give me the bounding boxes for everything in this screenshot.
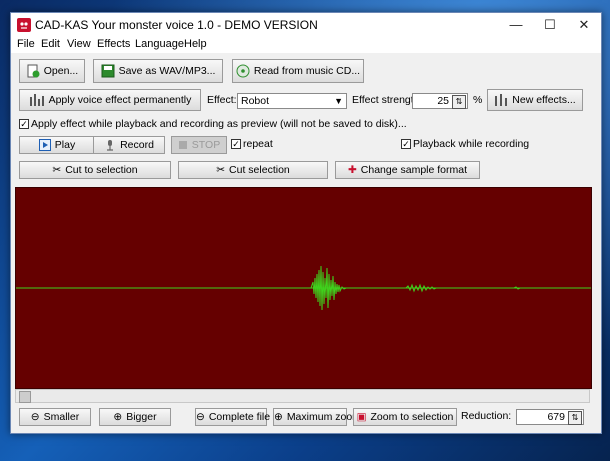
equalizer-icon [29,94,44,107]
effect-label: Effect: [207,94,237,106]
cut-to-selection-label: Cut to selection [65,164,138,176]
apply-effect-button[interactable]: Apply voice effect permanently [19,89,201,111]
zoom-toolbar: ⊖ Smaller ⊕ Bigger ⊖ Complete file ⊕ Maximum… [11,407,601,433]
repeat-checkbox[interactable]: ✓ [231,139,241,149]
read-cd-button[interactable]: Read from music CD... [232,59,364,83]
effect-dropdown-value: Robot [241,95,270,107]
cut-to-selection-button[interactable]: ✂ Cut to selection [19,161,171,179]
preview-checkbox-label: Apply effect while playback and recordin… [31,118,407,130]
repeat-label: repeat [243,138,273,150]
reduction-spinner[interactable]: 679 ⇅ [516,409,584,425]
zoom-in-icon: ⊕ [113,411,123,424]
waveform-graph [16,265,591,311]
app-window: CAD-KAS Your monster voice 1.0 - DEMO VE… [10,12,602,434]
open-file-icon [27,64,40,78]
waveform-display[interactable] [15,187,592,389]
cd-icon [236,64,250,78]
stop-label: STOP [191,139,221,151]
open-button[interactable]: Open... [19,59,85,83]
new-effects-label: New effects... [512,94,576,106]
play-label: Play [54,139,76,151]
playback-while-recording-label: Playback while recording [413,138,530,150]
zoom-out-icon: ⊖ [30,411,40,424]
microphone-icon [107,140,114,151]
bigger-label: Bigger [126,411,157,423]
menu-language[interactable]: Language [135,38,184,50]
stop-button[interactable]: STOP [171,136,227,154]
close-icon[interactable]: ✕ [567,13,601,37]
save-disk-icon [101,64,115,78]
maximize-icon[interactable]: ☐ [533,13,567,37]
effect-dropdown[interactable]: Robot ▼ [237,93,347,109]
title-bar: CAD-KAS Your monster voice 1.0 - DEMO VE… [11,13,601,37]
waveform-tail [513,286,521,290]
scrollbar-thumb[interactable] [19,391,31,403]
maximum-zoom-label: Maximum zoom [286,411,361,423]
zoom-out-icon: ⊖ [196,411,205,424]
smaller-label: Smaller [43,411,80,423]
smaller-button[interactable]: ⊖ Smaller [19,408,91,426]
zoom-in-icon: ⊕ [274,411,283,424]
save-as-button[interactable]: Save as WAV/MP3... [93,59,223,83]
open-label: Open... [43,65,79,77]
playback-while-recording-checkbox[interactable]: ✓ [401,139,411,149]
chevron-down-icon: ▼ [334,96,343,106]
menu-file[interactable]: File [17,38,35,50]
menu-help[interactable]: Help [184,38,207,50]
change-sample-format-button[interactable]: ✚ Change sample format [335,161,480,179]
zoom-selection-icon: ▣ [356,411,367,424]
cut-selection-button[interactable]: ✂ Cut selection [178,161,328,179]
equalizer-icon [495,94,508,107]
apply-effect-label: Apply voice effect permanently [48,94,192,106]
scissors-icon: ✂ [216,164,226,177]
scissors-icon: ✂ [52,164,62,177]
record-button[interactable]: Record [93,136,165,154]
format-icon: ✚ [347,164,357,177]
menu-bar: File Edit View Effects Language Help [11,37,601,53]
new-effects-button[interactable]: New effects... [487,89,583,111]
record-label: Record [120,139,154,151]
cut-selection-label: Cut selection [229,164,290,176]
minimize-icon[interactable]: — [499,13,533,37]
reduction-label: Reduction: [461,410,512,422]
effect-strength-value: 25 [437,95,449,107]
complete-file-button[interactable]: ⊖ Complete file [195,408,271,426]
zoom-to-selection-label: Zoom to selection [370,411,454,423]
horizontal-scrollbar[interactable] [15,389,590,403]
play-icon [38,139,51,152]
spin-arrows-icon[interactable]: ⇅ [452,95,466,109]
maximum-zoom-button[interactable]: ⊕ Maximum zoom [273,408,361,426]
stop-icon [178,141,187,150]
read-cd-label: Read from music CD... [253,65,361,77]
menu-edit[interactable]: Edit [41,38,60,50]
menu-view[interactable]: View [67,38,91,50]
complete-file-label: Complete file [208,411,271,423]
window-title: CAD-KAS Your monster voice 1.0 - DEMO VE… [35,18,318,32]
reduction-value: 679 [547,411,565,423]
menu-effects[interactable]: Effects [97,38,130,50]
effect-strength-spinner[interactable]: 25 ⇅ [412,93,468,109]
zoom-to-selection-button[interactable]: ▣ Zoom to selection [353,408,457,426]
bigger-button[interactable]: ⊕ Bigger [99,408,171,426]
percent-label: % [473,94,483,106]
save-as-label: Save as WAV/MP3... [118,65,216,77]
preview-checkbox[interactable]: ✓ [19,119,29,129]
play-button[interactable]: Play [19,136,95,154]
spin-arrows-icon[interactable]: ⇅ [568,411,582,425]
change-sample-format-label: Change sample format [360,164,468,176]
toolbar: Open... Save as WAV/MP3... Read from mus… [11,53,601,193]
waveform-echo [405,283,437,293]
monster-app-icon [17,18,31,32]
